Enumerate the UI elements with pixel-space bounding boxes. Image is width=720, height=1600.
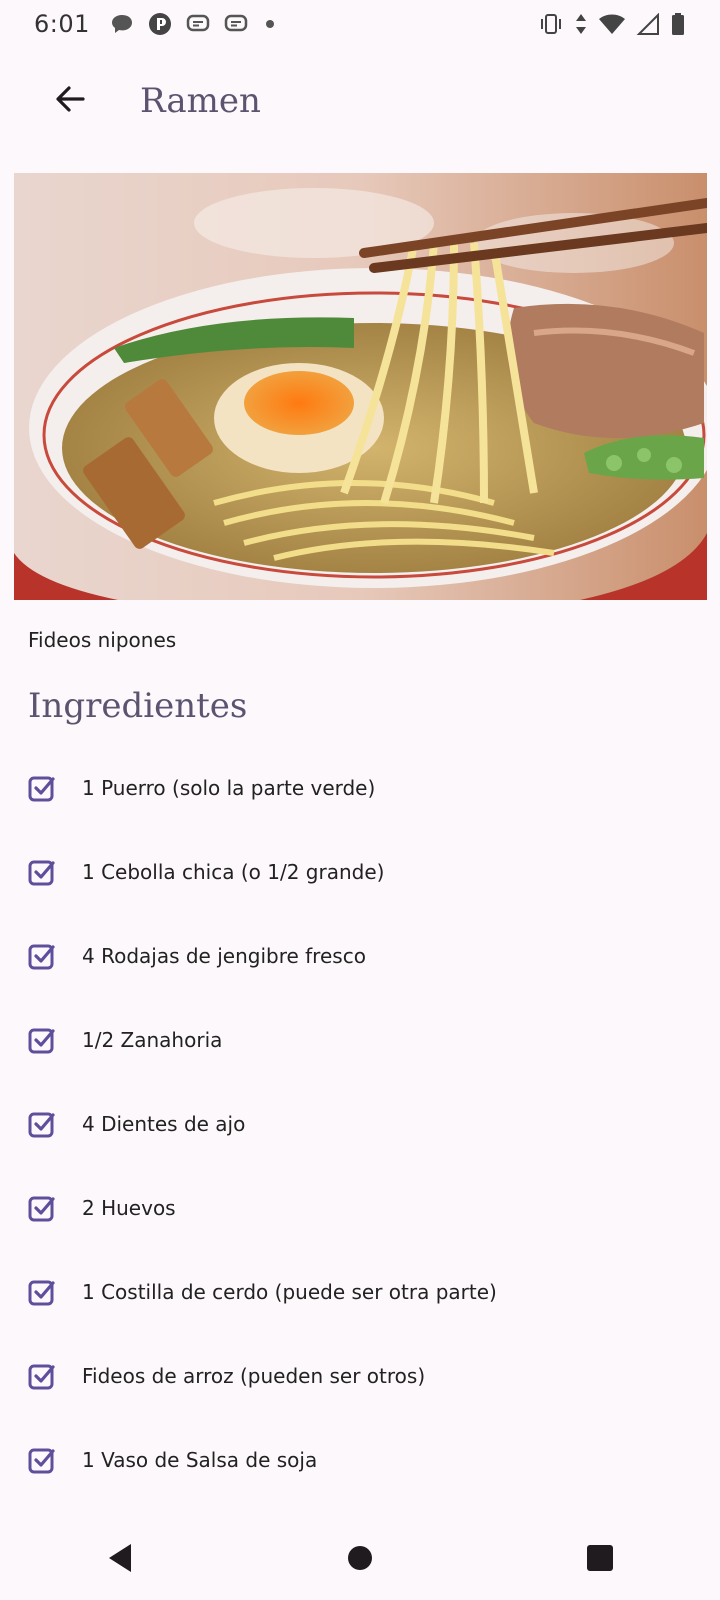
status-left: 6:01 bbox=[34, 10, 278, 38]
ingredient-item[interactable]: 2 Huevos bbox=[0, 1166, 720, 1250]
checkbox-checked-icon[interactable] bbox=[26, 1360, 58, 1392]
checkbox-checked-icon[interactable] bbox=[26, 940, 58, 972]
home-circle-icon bbox=[346, 1544, 374, 1576]
checkbox-checked-icon[interactable] bbox=[26, 1024, 58, 1056]
ingredient-list: 1 Puerro (solo la parte verde) 1 Cebolla… bbox=[0, 746, 720, 1502]
vibrate-icon bbox=[538, 13, 564, 35]
ingredient-item[interactable]: 1 Vaso de Salsa de soja bbox=[0, 1418, 720, 1502]
arrow-left-icon bbox=[53, 82, 87, 120]
ingredient-item[interactable]: Fideos de arroz (pueden ser otros) bbox=[0, 1334, 720, 1418]
ingredient-text: Fideos de arroz (pueden ser otros) bbox=[82, 1364, 426, 1388]
app-p-icon bbox=[148, 12, 172, 36]
recipe-image bbox=[14, 173, 707, 600]
checkbox-checked-icon[interactable] bbox=[26, 1276, 58, 1308]
data-arrows-icon bbox=[574, 12, 588, 36]
nav-recents-button[interactable] bbox=[560, 1530, 640, 1590]
signal-icon bbox=[636, 13, 660, 35]
ingredient-item[interactable]: 1 Cebolla chica (o 1/2 grande) bbox=[0, 830, 720, 914]
ingredient-text: 4 Rodajas de jengibre fresco bbox=[82, 944, 366, 968]
wifi-icon bbox=[598, 13, 626, 35]
ingredient-item[interactable]: 4 Dientes de ajo bbox=[0, 1082, 720, 1166]
dot-icon bbox=[262, 16, 278, 32]
ingredient-item[interactable]: 1 Puerro (solo la parte verde) bbox=[0, 746, 720, 830]
ingredient-text: 1 Vaso de Salsa de soja bbox=[82, 1448, 318, 1472]
nav-home-button[interactable] bbox=[320, 1530, 400, 1590]
checkbox-checked-icon[interactable] bbox=[26, 772, 58, 804]
ingredient-text: 1 Cebolla chica (o 1/2 grande) bbox=[82, 860, 385, 884]
section-title: Ingredientes bbox=[28, 686, 248, 726]
chat-bubble-icon bbox=[110, 13, 134, 35]
recents-square-icon bbox=[586, 1544, 614, 1576]
ingredient-text: 1 Costilla de cerdo (puede ser otra part… bbox=[82, 1280, 497, 1304]
nav-back-button[interactable] bbox=[80, 1530, 160, 1590]
message-icon bbox=[224, 13, 248, 35]
checkbox-checked-icon[interactable] bbox=[26, 856, 58, 888]
ingredient-item[interactable]: 4 Rodajas de jengibre fresco bbox=[0, 914, 720, 998]
checkbox-checked-icon[interactable] bbox=[26, 1192, 58, 1224]
back-button[interactable] bbox=[38, 69, 102, 133]
back-triangle-icon bbox=[105, 1542, 135, 1578]
message-icon bbox=[186, 13, 210, 35]
ingredient-text: 1/2 Zanahoria bbox=[82, 1028, 223, 1052]
ingredient-text: 2 Huevos bbox=[82, 1196, 176, 1220]
battery-icon bbox=[670, 12, 686, 36]
recipe-subtitle: Fideos nipones bbox=[28, 628, 177, 652]
ingredient-text: 4 Dientes de ajo bbox=[82, 1112, 246, 1136]
status-right bbox=[538, 12, 686, 36]
ingredient-item[interactable]: 1 Costilla de cerdo (puede ser otra part… bbox=[0, 1250, 720, 1334]
system-nav-bar bbox=[0, 1520, 720, 1600]
ingredient-text: 1 Puerro (solo la parte verde) bbox=[82, 776, 376, 800]
status-bar: 6:01 bbox=[0, 0, 720, 48]
app-bar: Ramen bbox=[0, 58, 720, 144]
checkbox-checked-icon[interactable] bbox=[26, 1108, 58, 1140]
status-time: 6:01 bbox=[34, 10, 90, 38]
ingredient-item[interactable]: 1/2 Zanahoria bbox=[0, 998, 720, 1082]
page-title: Ramen bbox=[140, 81, 261, 121]
checkbox-checked-icon[interactable] bbox=[26, 1444, 58, 1476]
